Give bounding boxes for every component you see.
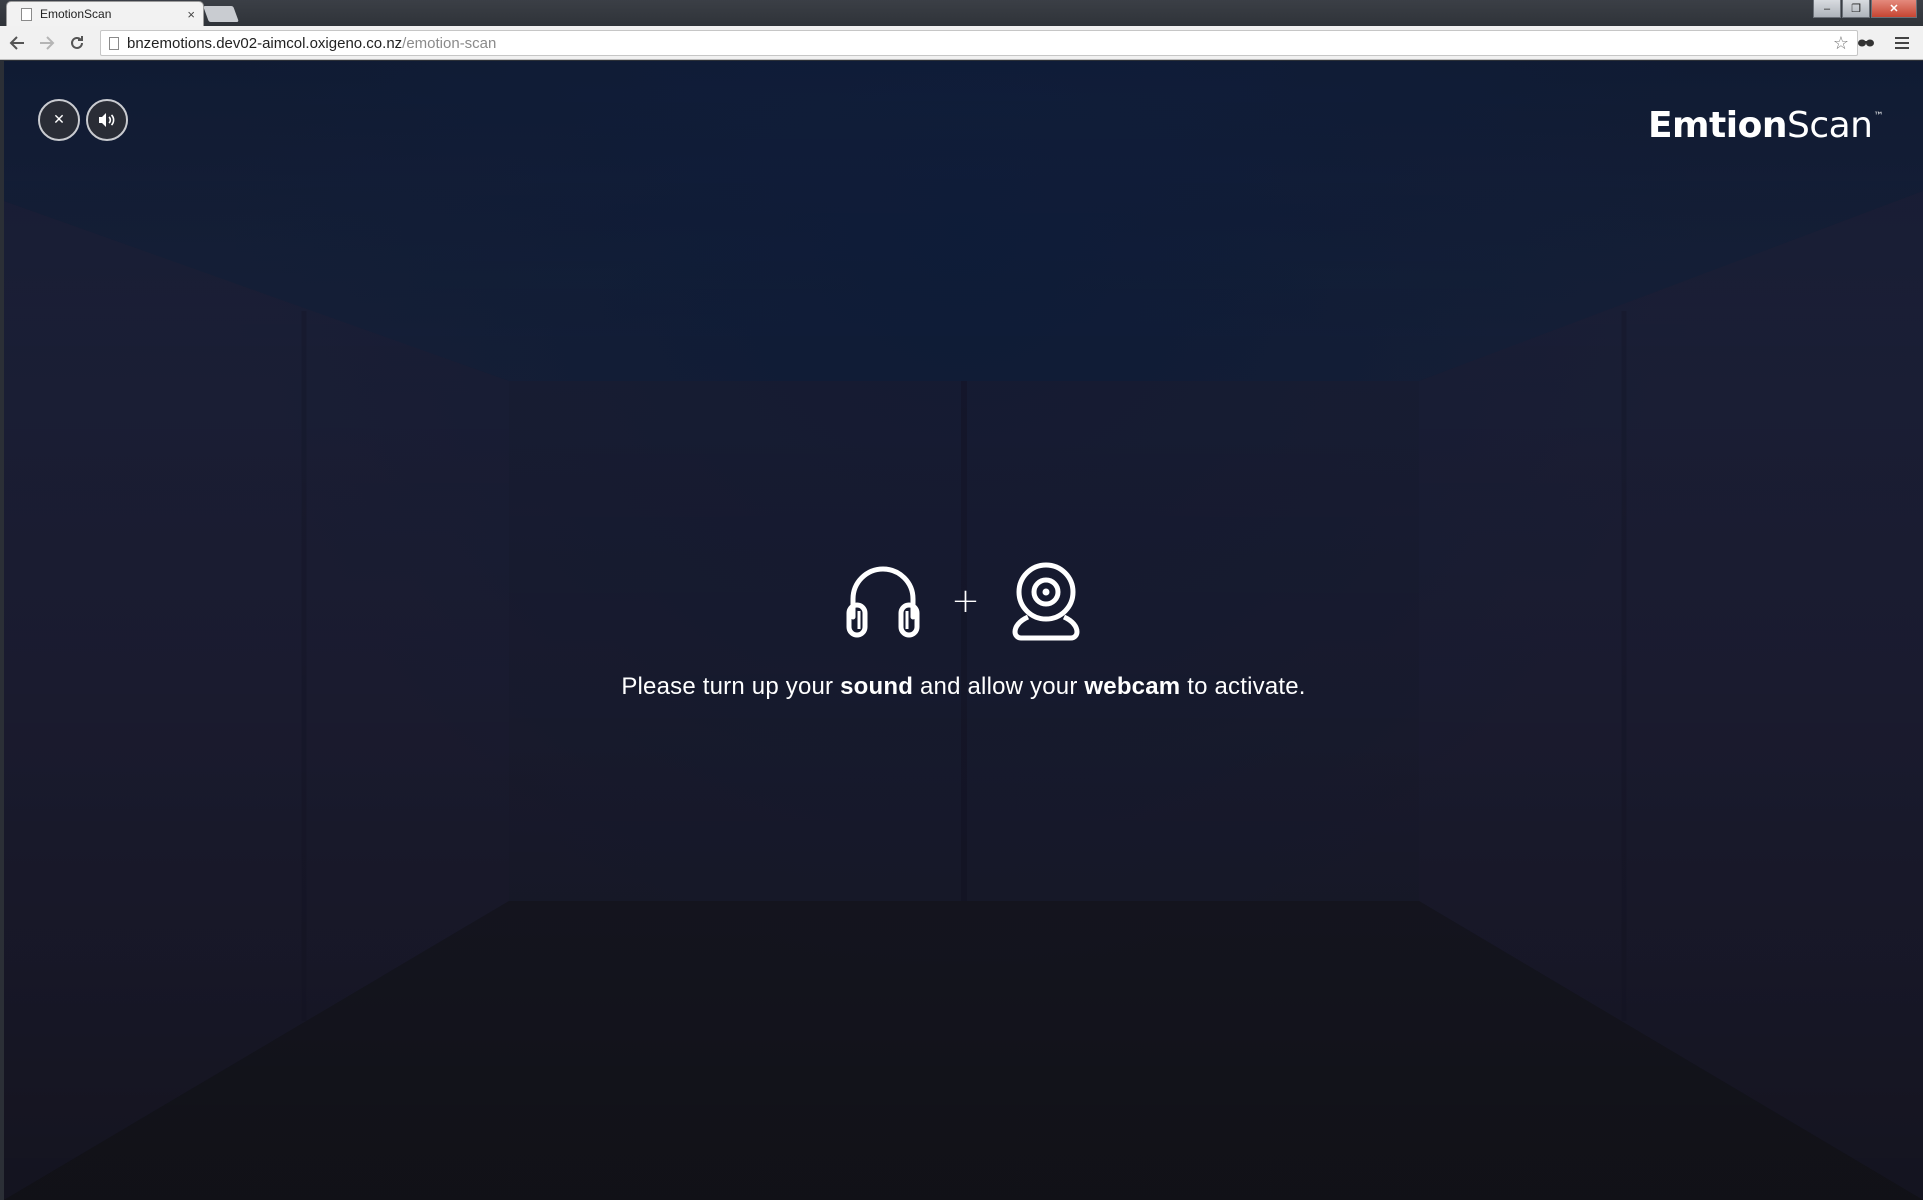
maximize-button[interactable]: ❐ — [1842, 0, 1870, 18]
toolbar-right — [1853, 30, 1915, 56]
bookmark-star-icon[interactable]: ☆ — [1833, 33, 1849, 54]
menu-icon[interactable] — [1889, 30, 1915, 56]
speaker-icon — [99, 113, 115, 127]
tab-title: EmotionScan — [40, 7, 112, 21]
url-path: /emotion-scan — [402, 34, 497, 52]
close-button[interactable]: ✕ — [38, 99, 80, 141]
sound-toggle-button[interactable] — [86, 99, 128, 141]
reload-icon — [71, 35, 83, 49]
minimize-button[interactable]: – — [1813, 0, 1841, 18]
url-host: bnzemotions.dev02-aimcol.oxigeno.co.nz — [127, 34, 403, 52]
instruction-text: Please turn up your sound and allow your… — [621, 673, 1306, 700]
page-viewport: ✕ EmtionScan™ + Please turn up your soun… — [4, 61, 1923, 1200]
close-icon: ✕ — [53, 112, 65, 128]
extension-glasses-icon[interactable] — [1853, 30, 1879, 56]
address-bar[interactable]: bnzemotions.dev02-aimcol.oxigeno.co.nz/e… — [100, 30, 1858, 56]
window-controls: – ❐ ✕ — [1812, 0, 1917, 18]
sound-emphasis: sound — [840, 673, 914, 700]
page-icon — [109, 36, 119, 50]
forward-button[interactable] — [34, 30, 60, 56]
window-close-button[interactable]: ✕ — [1871, 0, 1917, 18]
prompt-icons: + — [845, 559, 1082, 643]
browser-tab[interactable]: EmotionScan × — [6, 1, 204, 26]
webcam-emphasis: webcam — [1084, 673, 1181, 700]
browser-titlebar: EmotionScan × – ❐ ✕ — [0, 0, 1923, 26]
permission-prompt: + Please turn up your sound and allow yo… — [4, 559, 1923, 701]
new-tab-button[interactable] — [203, 6, 239, 22]
webcam-icon — [1012, 562, 1080, 641]
headphones-icon — [846, 566, 920, 638]
page-icon — [21, 7, 32, 21]
emotionscan-logo: EmtionScan™ — [1647, 105, 1884, 146]
back-button[interactable] — [4, 30, 30, 56]
forward-arrow-icon — [40, 35, 55, 50]
tab-close-button[interactable]: × — [187, 7, 195, 22]
reload-button[interactable] — [64, 30, 90, 56]
browser-toolbar: bnzemotions.dev02-aimcol.oxigeno.co.nz/e… — [0, 26, 1923, 60]
plus-sign: + — [951, 581, 980, 621]
back-arrow-icon — [9, 35, 24, 50]
